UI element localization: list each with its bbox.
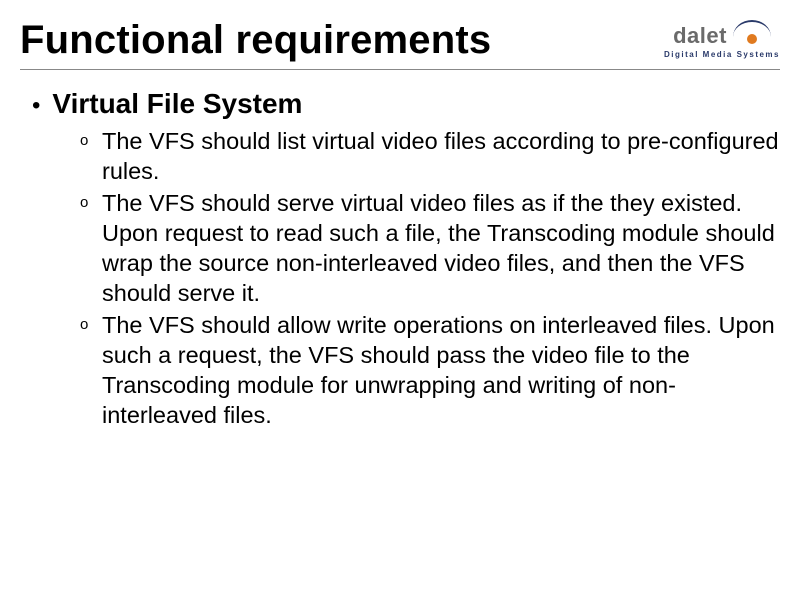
bullet-level-2: o The VFS should list virtual video file… [80,126,780,186]
bullet-level-2: o The VFS should serve virtual video fil… [80,188,780,308]
content-area: • Virtual File System o The VFS should l… [20,88,780,430]
bullet-l1-text: Virtual File System [52,88,302,120]
sub-bullet-text: The VFS should serve virtual video files… [102,188,780,308]
sub-bullet-list: o The VFS should list virtual video file… [80,126,780,430]
sub-bullet-text: The VFS should list virtual video files … [102,126,780,186]
header-row: Functional requirements dalet Digital Me… [20,18,780,70]
logo-subtext: Digital Media Systems [664,50,780,59]
sub-bullet-marker: o [80,310,102,340]
bullet-dot-icon: • [32,94,40,118]
sub-bullet-marker: o [80,188,102,218]
slide: Functional requirements dalet Digital Me… [0,0,800,600]
bullet-level-1: • Virtual File System [26,88,780,120]
sub-bullet-text: The VFS should allow write operations on… [102,310,780,430]
eye-icon [733,26,771,46]
sub-bullet-marker: o [80,126,102,156]
logo-top-row: dalet [673,23,771,49]
bullet-level-2: o The VFS should allow write operations … [80,310,780,430]
brand-logo: dalet Digital Media Systems [664,23,780,59]
logo-wordmark: dalet [673,23,727,49]
slide-title: Functional requirements [20,18,491,63]
